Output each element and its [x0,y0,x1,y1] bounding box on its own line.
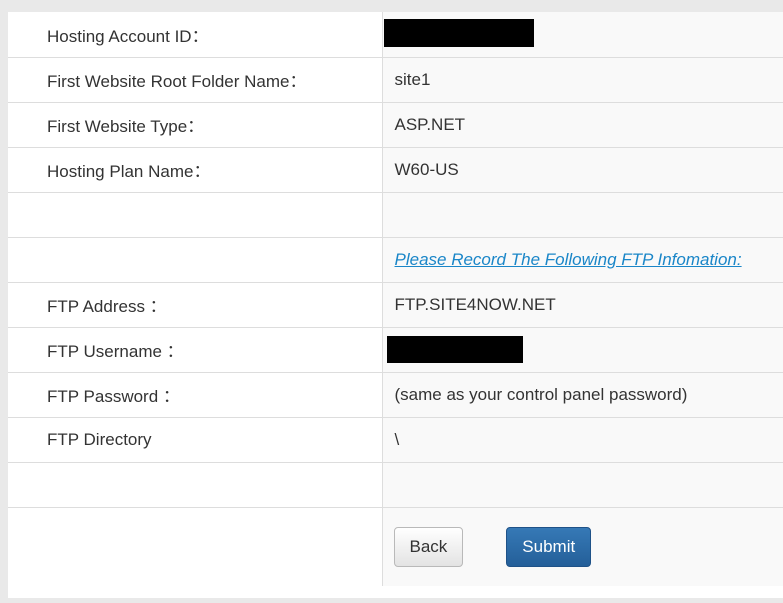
redacted-box [386,336,523,363]
empty-label-cell [8,462,383,508]
hosting-plan-name-label: Hosting Plan Name： [8,147,383,193]
ftp-info-link[interactable]: Please Record The Following FTP Infomati… [395,250,742,269]
ftp-password-label: FTP Password ： [8,372,383,418]
empty-label-cell [8,507,383,586]
hosting-account-id-label: Hosting Account ID： [8,12,383,58]
ftp-directory-value: \ [382,417,783,463]
hosting-plan-name-value: W60-US [382,147,783,193]
table-row: Please Record The Following FTP Infomati… [8,237,783,283]
website-type-label: First Website Type： [8,102,383,148]
ftp-address-label: FTP Address ： [8,282,383,328]
hosting-info-panel: Hosting Account ID： First Website Root F… [8,12,783,598]
redacted-box [383,19,534,48]
root-folder-name-value: site1 [382,57,783,103]
root-folder-name-label: First Website Root Folder Name： [8,57,383,103]
back-button[interactable]: Back [393,526,464,567]
ftp-username-label: FTP Username ： [8,327,383,373]
website-type-value: ASP.NET [382,102,783,148]
table-row: FTP Directory \ [8,417,783,463]
table-row: Back Submit [8,507,783,586]
submit-button[interactable]: Submit [506,526,592,567]
table-row: FTP Password ： (same as your control pan… [8,372,783,418]
empty-label-cell [8,237,383,283]
hosting-info-table: Hosting Account ID： First Website Root F… [8,12,783,586]
table-row [8,192,783,238]
empty-value-cell [382,192,783,238]
table-row [8,462,783,508]
table-row: FTP Address ： FTP.SITE4NOW.NET [8,282,783,328]
ftp-address-value: FTP.SITE4NOW.NET [382,282,783,328]
empty-label-cell [8,192,383,238]
ftp-info-heading-cell: Please Record The Following FTP Infomati… [382,237,783,283]
table-row: Hosting Account ID： [8,12,783,58]
empty-value-cell [382,462,783,508]
hosting-account-id-value [382,12,783,58]
table-row: First Website Type： ASP.NET [8,102,783,148]
ftp-directory-label: FTP Directory [8,417,383,463]
ftp-username-value [382,327,783,373]
ftp-password-value: (same as your control panel password) [382,372,783,418]
actions-cell: Back Submit [382,507,783,586]
table-row: FTP Username ： [8,327,783,373]
table-row: Hosting Plan Name： W60-US [8,147,783,193]
table-row: First Website Root Folder Name： site1 [8,57,783,103]
